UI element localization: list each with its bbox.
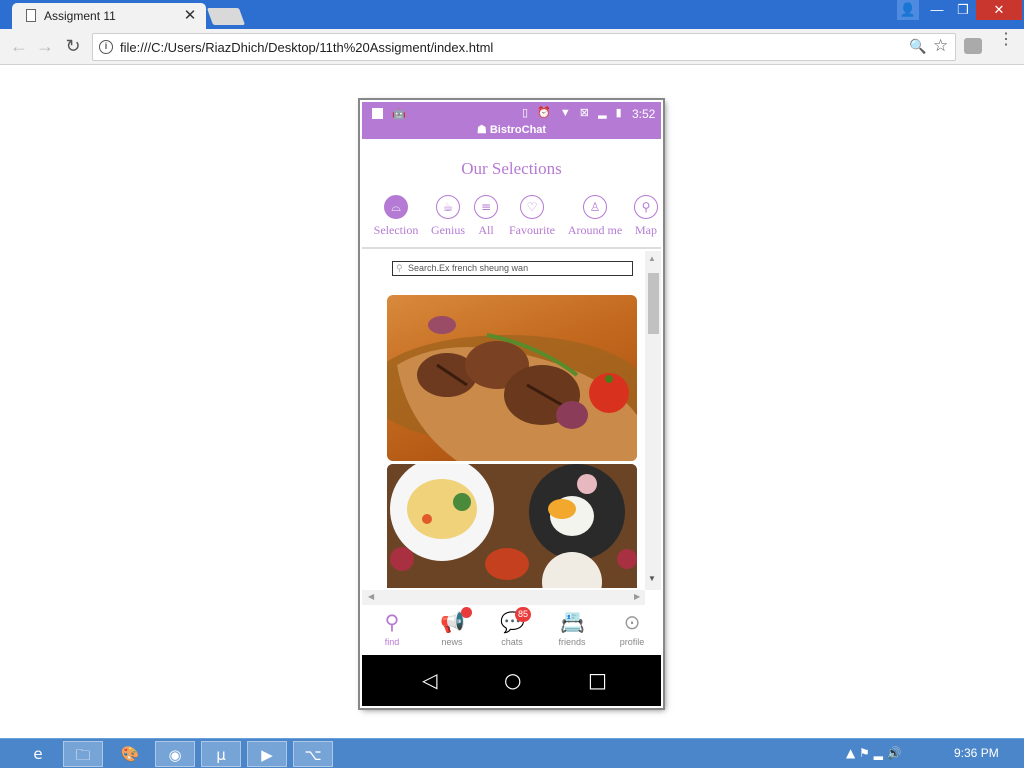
scroll-thumb[interactable] <box>648 273 659 334</box>
tab-close-icon[interactable]: ✕ <box>182 6 198 24</box>
scroll-right-icon[interactable]: ▶ <box>634 592 640 601</box>
system-tray-icons[interactable]: ▲ ⚑ ▂ 🔊 <box>846 746 902 760</box>
maximize-button[interactable]: ❐ <box>950 0 976 20</box>
food-image-steak[interactable] <box>387 295 637 461</box>
chats-badge: 85 <box>515 607 532 622</box>
browser-toolbar: ← → ↻ i file:///C:/Users/RiazDhich/Deskt… <box>0 29 1024 65</box>
ie-icon[interactable]: e <box>18 741 58 767</box>
tab-title: Assigment 11 <box>44 9 116 23</box>
new-tab-button[interactable] <box>206 8 246 25</box>
search-input[interactable]: ⚲ Search.Ex french sheung wan <box>392 261 633 276</box>
nav-home-icon[interactable]: ○ <box>504 668 521 692</box>
status-icons: ▯ ⏰ ▼ ⊠ ▂ ▮ <box>522 107 625 119</box>
tab-friends[interactable]: 📇 friends <box>547 609 597 647</box>
category-favourite[interactable]: ♡ Favourite <box>504 195 560 238</box>
menu-icon[interactable]: ⋮ <box>998 32 1014 48</box>
tab-find[interactable]: ⚲ find <box>367 609 417 647</box>
search-icon: ⚲ <box>396 263 403 273</box>
profile-icon: ⊙ <box>623 610 641 634</box>
paint-icon[interactable]: 🎨 <box>110 741 150 767</box>
status-bar: 🤖 ▯ ⏰ ▼ ⊠ ▂ ▮ 3:52 ☗ BistroChat <box>362 102 661 139</box>
vscode-icon[interactable]: ⌥ <box>293 741 333 767</box>
bookmark-star-icon[interactable]: ☆ <box>933 36 948 56</box>
tab-chats[interactable]: 💬 85 chats <box>487 607 537 647</box>
app-brand: ☗ BistroChat <box>476 124 547 136</box>
file-explorer-icon[interactable]: 🗀 <box>63 741 103 767</box>
android-icon: 🤖 <box>392 108 406 120</box>
browser-tab[interactable]: Assigment 11 ✕ <box>12 3 206 30</box>
find-icon: ⚲ <box>384 610 400 634</box>
zoom-icon[interactable]: 🔍 <box>909 38 926 55</box>
android-nav-bar: ◁ ○ □ <box>362 655 661 706</box>
selections-header: Our Selections ⌓ Selection ☕ Genius ≡ Al… <box>362 139 661 249</box>
media-player-icon[interactable]: ▶ <box>247 741 287 767</box>
reload-button[interactable]: ↻ <box>62 35 84 57</box>
url-text[interactable]: file:///C:/Users/RiazDhich/Desktop/11th%… <box>120 40 493 55</box>
forward-button[interactable]: → <box>34 35 56 57</box>
utorrent-icon[interactable]: µ <box>201 741 241 767</box>
phone-frame: 🤖 ▯ ⏰ ▼ ⊠ ▂ ▮ 3:52 ☗ BistroChat Our Sele… <box>360 100 663 708</box>
horizontal-scrollbar[interactable]: ◀ ▶ <box>362 590 645 605</box>
scroll-left-icon[interactable]: ◀ <box>368 592 374 601</box>
list-icon: ≡ <box>474 195 498 219</box>
minimize-button[interactable]: — <box>924 0 950 20</box>
content-scroll-area[interactable]: ⚲ Search.Ex french sheung wan ▲ ▼ ◀ ▶ <box>362 251 661 605</box>
document-icon <box>26 9 36 22</box>
info-icon[interactable]: i <box>99 40 113 54</box>
extension-icon[interactable] <box>964 38 982 54</box>
close-window-button[interactable]: ✕ <box>976 0 1022 20</box>
windows-taskbar: e 🗀 🎨 ◉ µ ▶ ⌥ ▲ ⚑ ▂ 🔊 9:36 PM <box>0 738 1024 768</box>
heart-icon: ♡ <box>520 195 544 219</box>
nav-recent-icon[interactable]: □ <box>588 668 607 692</box>
scroll-up-icon[interactable]: ▲ <box>648 254 656 263</box>
chrome-icon[interactable]: ◉ <box>155 741 195 767</box>
map-pin-icon: ⚲ <box>634 195 658 219</box>
person-pin-icon: ♙ <box>583 195 607 219</box>
back-button[interactable]: ← <box>8 35 30 57</box>
address-bar[interactable]: i file:///C:/Users/RiazDhich/Desktop/11t… <box>92 33 956 61</box>
taskbar-clock[interactable]: 9:36 PM <box>954 746 999 760</box>
news-badge <box>461 607 472 618</box>
category-selection[interactable]: ⌓ Selection <box>372 195 420 238</box>
scroll-down-icon[interactable]: ▼ <box>648 574 656 583</box>
contacts-icon: 📇 <box>560 610 585 634</box>
food-image-platter[interactable] <box>387 464 637 588</box>
notification-square-icon <box>372 108 383 119</box>
status-time: 3:52 <box>632 107 656 121</box>
category-genius[interactable]: ☕ Genius <box>428 195 468 238</box>
page-title: Our Selections <box>461 159 562 178</box>
bottom-tab-bar: ⚲ find 📢 news 💬 85 chats 📇 friends ⊙ pro… <box>362 605 661 655</box>
nav-back-icon[interactable]: ◁ <box>422 668 437 692</box>
user-icon[interactable]: 👤 <box>897 0 919 20</box>
browser-titlebar: Assigment 11 ✕ 👤 — ❐ ✕ <box>0 0 1024 30</box>
category-all[interactable]: ≡ All <box>474 195 498 238</box>
vertical-scrollbar[interactable]: ▲ ▼ <box>645 251 661 590</box>
tab-news[interactable]: 📢 news <box>427 607 477 647</box>
tab-profile[interactable]: ⊙ profile <box>607 609 657 647</box>
category-map[interactable]: ⚲ Map <box>632 195 660 238</box>
category-around-me[interactable]: ♙ Around me <box>564 195 626 238</box>
genie-lamp-icon: ☕ <box>436 195 460 219</box>
cloche-icon: ⌓ <box>384 195 408 219</box>
